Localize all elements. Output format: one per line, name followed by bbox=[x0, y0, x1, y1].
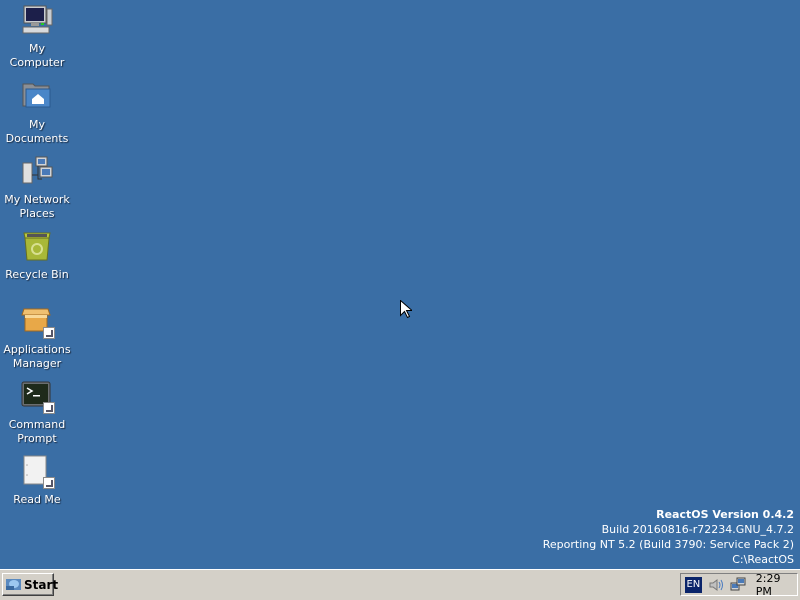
recycle-bin-icon bbox=[21, 230, 53, 262]
shortcut-arrow-icon bbox=[43, 402, 55, 414]
desktop-icon-my-documents[interactable]: My Documents bbox=[0, 80, 74, 146]
desktop-icon-command-prompt[interactable]: Command Prompt bbox=[0, 380, 74, 446]
shortcut-arrow-icon bbox=[43, 477, 55, 489]
start-label: Start bbox=[24, 577, 59, 592]
version-reporting: Reporting NT 5.2 (Build 3790: Service Pa… bbox=[542, 538, 794, 551]
language-indicator[interactable]: EN bbox=[685, 576, 702, 593]
version-build: Build 20160816-r72234.GNU_4.7.2 bbox=[601, 523, 794, 536]
shortcut-arrow-icon bbox=[43, 327, 55, 339]
taskbar: Start EN 2:29 PM bbox=[0, 569, 800, 600]
system-tray: EN 2:29 PM bbox=[680, 572, 798, 598]
document-icon bbox=[21, 455, 55, 489]
documents-folder-icon bbox=[21, 80, 53, 112]
start-button[interactable]: Start bbox=[2, 573, 58, 596]
desktop-icon-label: My Documents bbox=[5, 118, 69, 145]
desktop-icon-label: Command Prompt bbox=[8, 418, 66, 445]
mouse-cursor-icon bbox=[400, 299, 414, 319]
clock[interactable]: 2:29 PM bbox=[756, 572, 797, 598]
desktop-icon-my-computer[interactable]: My Computer bbox=[0, 4, 74, 70]
desktop-icon-my-network-places[interactable]: My Network Places bbox=[0, 155, 74, 221]
desktop-icon-read-me[interactable]: Read Me bbox=[0, 455, 74, 507]
network-connection-icon[interactable] bbox=[730, 577, 746, 593]
desktop-icon-label: Recycle Bin bbox=[5, 268, 69, 281]
applications-manager-icon bbox=[21, 305, 55, 339]
command-prompt-icon bbox=[21, 380, 55, 414]
version-title: ReactOS Version 0.4.2 bbox=[656, 508, 794, 521]
desktop-icon-label: My Network Places bbox=[4, 193, 70, 220]
desktop-icon-recycle-bin[interactable]: Recycle Bin bbox=[0, 230, 74, 282]
computer-icon bbox=[21, 4, 53, 36]
volume-icon[interactable] bbox=[708, 577, 724, 593]
version-info: ReactOS Version 0.4.2 Build 20160816-r72… bbox=[543, 507, 794, 567]
desktop-icon-label: Applications Manager bbox=[3, 343, 71, 370]
desktop-icon-applications-manager[interactable]: Applications Manager bbox=[0, 305, 74, 371]
reactos-logo-icon bbox=[6, 578, 21, 591]
desktop-icon-label: My Computer bbox=[9, 42, 65, 69]
desktop-icon-label: Read Me bbox=[13, 493, 61, 506]
desktop[interactable]: My Computer My Documents My Network Plac… bbox=[0, 0, 800, 569]
version-path: C:\ReactOS bbox=[732, 553, 794, 566]
network-places-icon bbox=[21, 155, 53, 187]
